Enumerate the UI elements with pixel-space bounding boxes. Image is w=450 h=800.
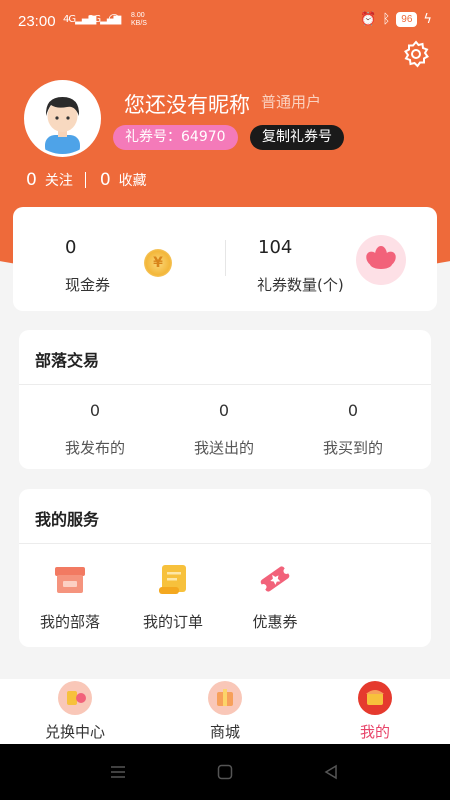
divider [225, 240, 226, 276]
service-coupons[interactable]: 优惠券 [230, 561, 320, 632]
gear-icon[interactable] [402, 40, 430, 68]
tribe-trading-card: 部落交易 0 我发布的 0 我送出的 0 我买到的 [19, 330, 431, 469]
coupon-id-value: 64970 [181, 129, 226, 145]
coin-icon: ¥ [144, 249, 172, 277]
flower-icon [356, 235, 406, 285]
avatar[interactable] [24, 80, 101, 157]
favorites-label[interactable]: 收藏 [119, 170, 147, 190]
avatar-illustration [27, 83, 98, 154]
published-label[interactable]: 我发布的 [45, 437, 145, 458]
divider [19, 543, 431, 544]
tab-label: 商城 [209, 723, 240, 741]
service-my-orders[interactable]: 我的订单 [128, 561, 218, 632]
service-label: 我的部落 [39, 613, 100, 631]
service-my-tribe[interactable]: 我的部落 [25, 561, 115, 632]
section-title: 部落交易 [35, 351, 100, 370]
divider [84, 172, 86, 188]
wifi-icon: ◠ [108, 11, 121, 27]
bluetooth-icon: ᛒ [382, 12, 391, 27]
published-count[interactable]: 0 [45, 401, 145, 420]
charging-icon: ϟ [423, 12, 432, 27]
exchange-icon [58, 681, 92, 715]
scroll-icon [155, 561, 191, 597]
coupon-id-badge: 礼券号：64970 [113, 125, 238, 150]
status-time: 23:00 [18, 13, 56, 30]
battery-icon: 96 [396, 12, 418, 27]
nickname[interactable]: 您还没有昵称 [124, 89, 250, 119]
alarm-icon: ⏰ [360, 12, 377, 27]
divider [19, 384, 431, 385]
service-label: 优惠券 [252, 613, 298, 631]
shop-icon [52, 561, 88, 597]
network-speed: 8.00 KB/S [131, 12, 147, 27]
bought-count[interactable]: 0 [303, 401, 403, 420]
tab-label: 兑换中心 [44, 723, 105, 741]
wallet-card: 0 现金券 ¥ 104 礼券数量(个) [13, 207, 437, 311]
coupon-id-label: 礼券号： [125, 129, 181, 145]
service-label: 我的订单 [142, 613, 203, 631]
bought-label[interactable]: 我买到的 [303, 437, 403, 458]
mall-icon [208, 681, 242, 715]
ticket-icon [257, 561, 293, 597]
my-services-card: 我的服务 我的部落 我的订单 优惠券 [19, 489, 431, 647]
copy-coupon-button[interactable]: 复制礼券号 [250, 125, 344, 150]
sent-count[interactable]: 0 [174, 401, 274, 420]
menu-icon[interactable] [110, 764, 126, 780]
gift-coupon-label[interactable]: 礼券数量(个) [257, 274, 344, 295]
tab-mall[interactable]: 商城 [170, 679, 280, 742]
follow-row: 0 关注 0 收藏 [26, 170, 147, 190]
gift-coupon-value[interactable]: 104 [258, 237, 292, 258]
back-icon[interactable] [323, 764, 339, 780]
favorites-count[interactable]: 0 [100, 170, 111, 190]
profile-icon [358, 681, 392, 715]
tab-label: 我的 [359, 723, 390, 741]
home-icon[interactable] [217, 764, 233, 780]
following-count[interactable]: 0 [26, 170, 37, 190]
following-label[interactable]: 关注 [45, 170, 73, 190]
sent-label[interactable]: 我送出的 [174, 437, 274, 458]
cash-coupon-label[interactable]: 现金券 [65, 274, 110, 295]
user-type-label: 普通用户 [261, 93, 322, 111]
section-title: 我的服务 [35, 510, 100, 529]
cash-coupon-value[interactable]: 0 [65, 237, 76, 258]
status-right: ⏰ ᛒ 96 ϟ [360, 12, 432, 27]
bottom-nav: 兑换中心 商城 我的 [0, 679, 450, 744]
system-nav-bar [0, 744, 450, 800]
tab-mine[interactable]: 我的 [320, 679, 430, 742]
tab-exchange-center[interactable]: 兑换中心 [20, 679, 130, 742]
status-bar: 23:00 4G▂▄▆ 2G▂▄▆ ◠ 8.00 KB/S ⏰ ᛒ 96 ϟ [0, 0, 450, 44]
